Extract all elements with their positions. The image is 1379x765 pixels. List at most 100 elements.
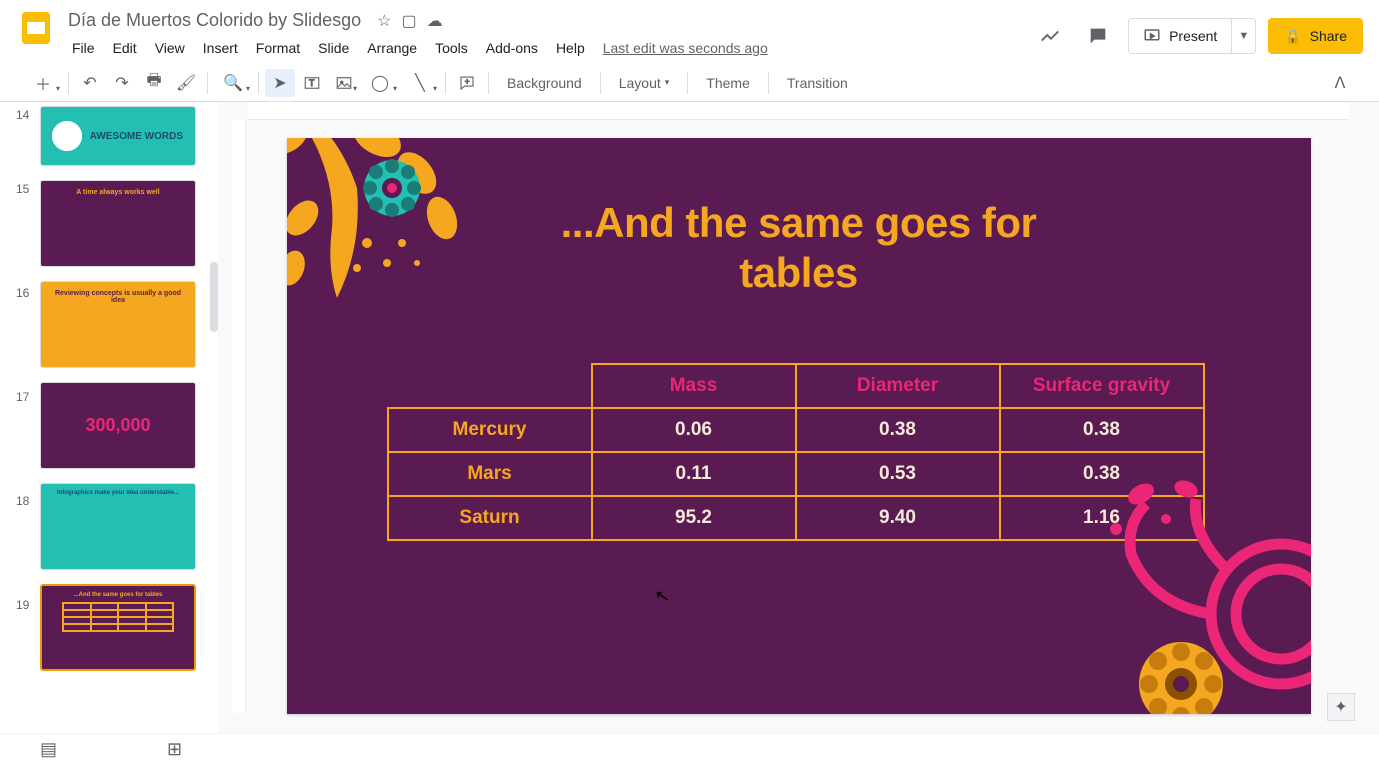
last-edit-link[interactable]: Last edit was seconds ago [599, 36, 772, 60]
present-dropdown[interactable]: ▼ [1232, 30, 1255, 42]
table-cell[interactable]: 0.11 [592, 452, 796, 496]
toolbar: ＋▾ ↶ ↷ 🖶 🖌 🔍▾ ➤ T ▾ ◯▾ ╲▾ + Background L… [0, 64, 1379, 102]
line-tool[interactable]: ╲▾ [401, 69, 439, 97]
menu-slide[interactable]: Slide [310, 36, 357, 60]
grid-view-icon[interactable]: ⊞ [167, 739, 182, 760]
canvas[interactable]: ...And the same goes for tables Mass Dia… [218, 102, 1379, 733]
separator [207, 72, 208, 94]
menu-help[interactable]: Help [548, 36, 593, 60]
table-header[interactable]: Diameter [796, 364, 1000, 408]
background-button[interactable]: Background [495, 75, 594, 91]
slide-number: 15 [16, 182, 29, 196]
slide-thumbnail-17[interactable]: 300,000 [40, 382, 196, 469]
separator [687, 72, 688, 94]
menu-format[interactable]: Format [248, 36, 308, 60]
menu-view[interactable]: View [147, 36, 193, 60]
lock-icon: 🔒 [1284, 28, 1301, 45]
table-cell[interactable]: 0.38 [1000, 408, 1204, 452]
slide-number: 19 [16, 598, 29, 612]
thumb-title: ...And the same goes for tables [74, 592, 163, 598]
image-tool[interactable]: ▾ [329, 69, 359, 97]
theme-button[interactable]: Theme [694, 75, 762, 91]
select-tool[interactable]: ➤ [265, 69, 295, 97]
ornament-bottom-right [1071, 474, 1311, 714]
slide-number: 17 [16, 390, 29, 404]
row-header[interactable]: Mercury [388, 408, 592, 452]
ruler-vertical [232, 120, 246, 713]
table-row[interactable]: Mercury 0.06 0.38 0.38 [388, 408, 1204, 452]
slide-title[interactable]: ...And the same goes for tables [499, 198, 1099, 299]
menu-file[interactable]: File [64, 36, 103, 60]
activity-icon[interactable] [1032, 18, 1068, 54]
move-icon[interactable]: ▢ [402, 11, 417, 31]
slide-thumbnail-14[interactable]: AWESOME WORDS [40, 106, 196, 166]
separator [600, 72, 601, 94]
separator [258, 72, 259, 94]
thumb-title: A time always works well [76, 189, 159, 196]
ornament-top-left [287, 138, 527, 348]
share-label: Share [1310, 28, 1347, 44]
textbox-tool[interactable]: T [297, 69, 327, 97]
menubar: File Edit View Insert Format Slide Arran… [64, 36, 1032, 60]
slide-number: 16 [16, 286, 29, 300]
separator [768, 72, 769, 94]
table-header[interactable]: Surface gravity [1000, 364, 1204, 408]
table-corner [388, 364, 592, 408]
slide-thumbnail-18[interactable]: Infographics make your idea understable.… [40, 483, 196, 570]
layout-button[interactable]: Layout▾ [607, 75, 682, 91]
paint-format-button[interactable]: 🖌 [171, 69, 201, 97]
cloud-icon[interactable]: ☁ [427, 11, 443, 31]
table-cell[interactable]: 0.06 [592, 408, 796, 452]
ruler-horizontal [248, 102, 1349, 120]
menu-arrange[interactable]: Arrange [359, 36, 425, 60]
slide-thumbnail-15[interactable]: A time always works well [40, 180, 196, 267]
table-cell[interactable]: 95.2 [592, 496, 796, 540]
thumb-title: AWESOME WORDS [90, 131, 183, 142]
shape-tool[interactable]: ◯▾ [361, 69, 399, 97]
menu-insert[interactable]: Insert [195, 36, 246, 60]
scrollbar[interactable] [210, 262, 218, 332]
comment-tool[interactable]: + [452, 69, 482, 97]
share-button[interactable]: 🔒 Share [1268, 18, 1363, 54]
cursor-icon: ↖ [653, 585, 672, 608]
filmstrip[interactable]: 14 AWESOME WORDS 15 A time always works … [0, 102, 218, 733]
slide-number: 18 [16, 494, 29, 508]
table-header[interactable]: Mass [592, 364, 796, 408]
new-slide-button[interactable]: ＋▾ [24, 69, 62, 97]
slide-thumbnail-19[interactable]: ...And the same goes for tables [40, 584, 196, 671]
explore-button[interactable]: ✦ [1327, 693, 1355, 721]
table-cell[interactable]: 9.40 [796, 496, 1000, 540]
thumb-title: Infographics make your idea understable.… [57, 490, 179, 496]
zoom-button[interactable]: 🔍▾ [214, 69, 252, 97]
present-button[interactable]: Present [1129, 19, 1232, 53]
filmstrip-view-icon[interactable]: ▤ [40, 739, 57, 760]
menu-tools[interactable]: Tools [427, 36, 476, 60]
comments-icon[interactable] [1080, 18, 1116, 54]
document-title[interactable]: Día de Muertos Colorido by Slidesgo [64, 8, 365, 33]
row-header[interactable]: Mars [388, 452, 592, 496]
collapse-toolbar-icon[interactable]: ᐱ [1325, 69, 1355, 97]
slide-number: 14 [16, 108, 29, 122]
slide[interactable]: ...And the same goes for tables Mass Dia… [287, 138, 1311, 714]
menu-edit[interactable]: Edit [105, 36, 145, 60]
thumb-title: 300,000 [85, 415, 150, 436]
bottom-bar: ▤ ⊞ [0, 733, 1379, 765]
transition-button[interactable]: Transition [775, 75, 860, 91]
row-header[interactable]: Saturn [388, 496, 592, 540]
menu-addons[interactable]: Add-ons [478, 36, 546, 60]
slide-thumbnail-16[interactable]: Reviewing concepts is usually a good ide… [40, 281, 196, 368]
thumb-title: Reviewing concepts is usually a good ide… [49, 290, 187, 304]
svg-text:T: T [309, 78, 315, 88]
star-icon[interactable]: ☆ [377, 11, 391, 31]
undo-button[interactable]: ↶ [75, 69, 105, 97]
table-cell[interactable]: 0.38 [796, 408, 1000, 452]
svg-text:+: + [465, 76, 470, 85]
redo-button[interactable]: ↷ [107, 69, 137, 97]
separator [445, 72, 446, 94]
separator [488, 72, 489, 94]
print-button[interactable]: 🖶 [139, 69, 169, 97]
present-label: Present [1169, 28, 1217, 44]
slides-logo[interactable] [16, 8, 56, 48]
table-cell[interactable]: 0.53 [796, 452, 1000, 496]
separator [68, 72, 69, 94]
